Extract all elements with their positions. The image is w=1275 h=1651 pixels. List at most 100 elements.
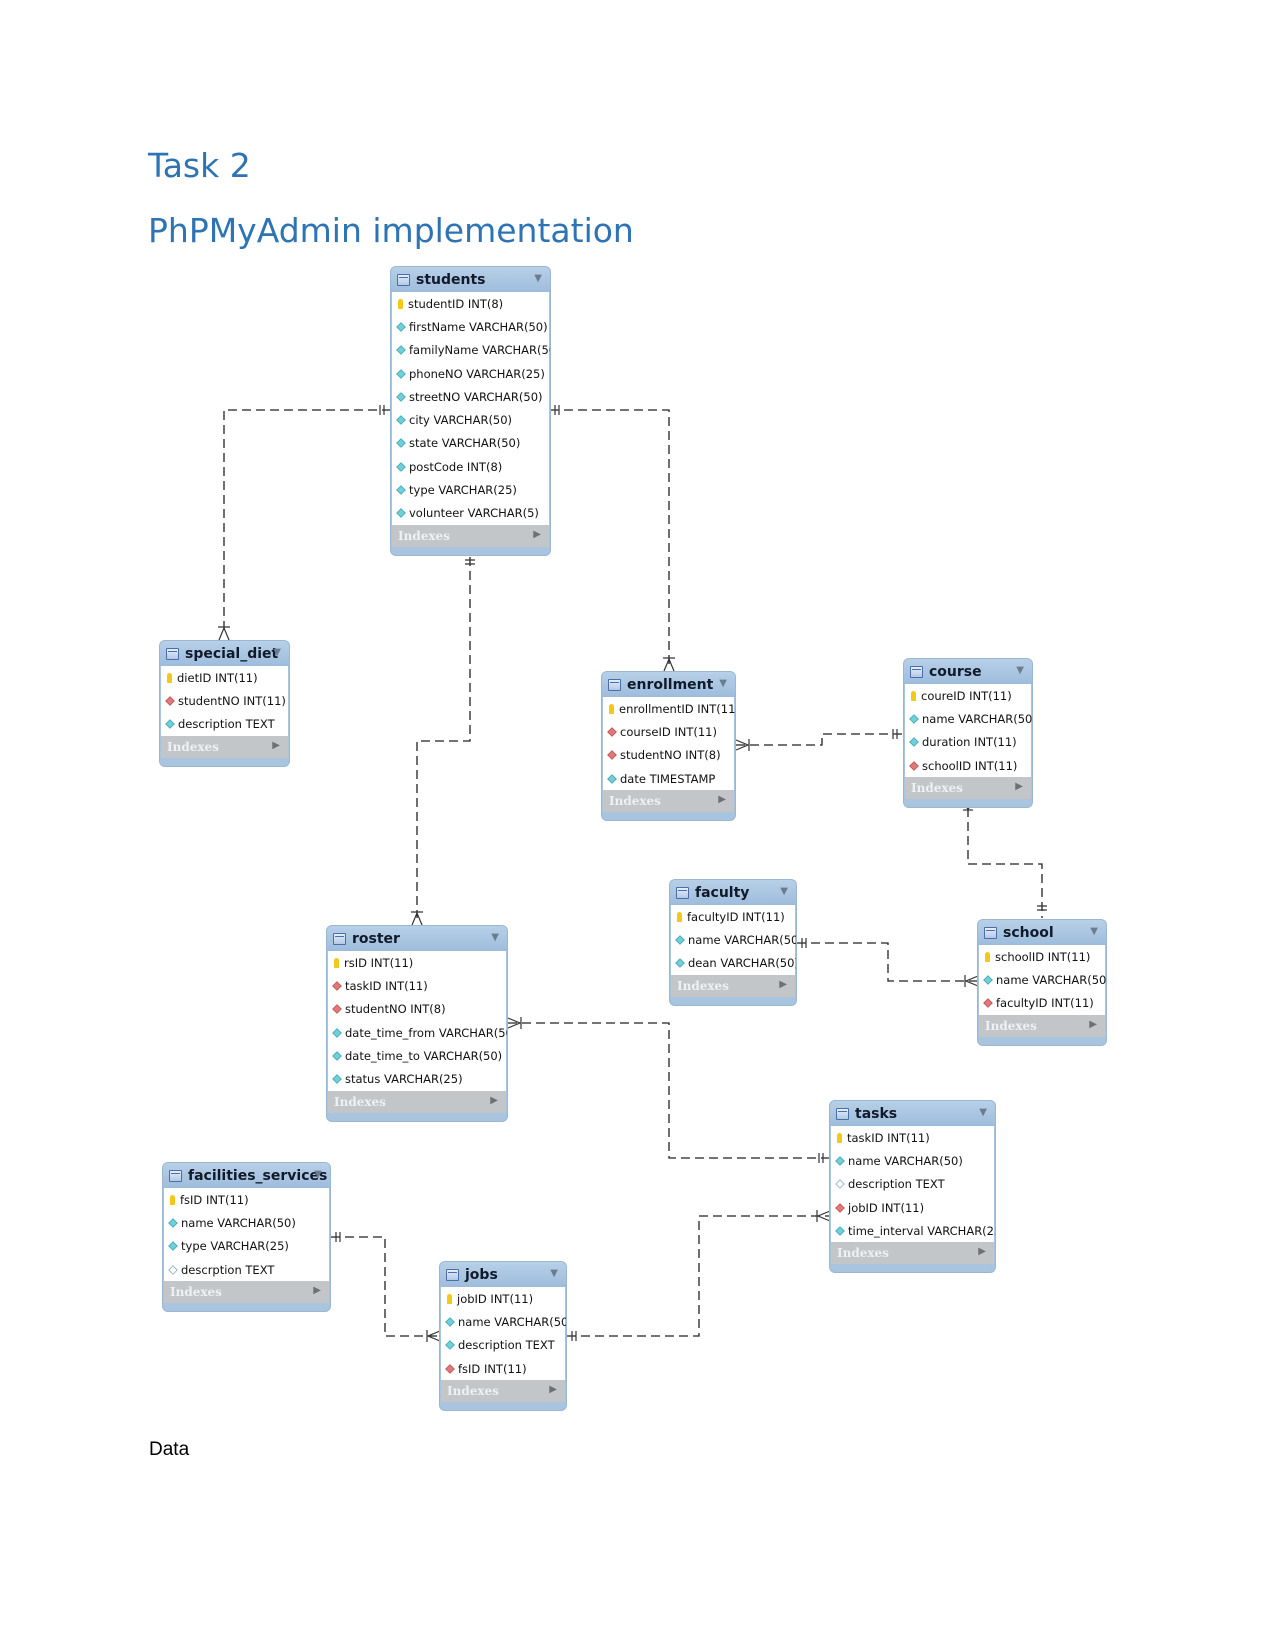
triangle-right-icon[interactable]: ▶ <box>533 529 541 540</box>
table-header[interactable]: school ▼ <box>978 920 1106 945</box>
table-footer <box>670 997 796 1005</box>
column-row[interactable]: streetNO VARCHAR(50) <box>392 385 549 408</box>
column-row[interactable]: city VARCHAR(50) <box>392 408 549 431</box>
chevron-down-icon[interactable]: ▼ <box>979 1107 987 1118</box>
column-row[interactable]: date TIMESTAMP <box>603 767 734 790</box>
column-row[interactable]: dean VARCHAR(50) <box>671 952 796 975</box>
column-row[interactable]: postCode INT(8) <box>392 455 549 478</box>
column-row[interactable]: taskID INT(11) <box>328 974 506 997</box>
chevron-down-icon[interactable]: ▼ <box>1090 926 1098 937</box>
table-header[interactable]: jobs ▼ <box>440 1262 566 1287</box>
table-header[interactable]: roster ▼ <box>327 926 507 951</box>
column-row[interactable]: courseID INT(11) <box>603 720 734 743</box>
table-header[interactable]: special_diet ▼ <box>160 641 289 666</box>
column-row[interactable]: name VARCHAR(50) <box>905 707 1032 730</box>
table-header[interactable]: facilities_services ▼ <box>163 1163 330 1188</box>
table-header[interactable]: tasks ▼ <box>830 1101 995 1126</box>
column-row[interactable]: date_time_from VARCHAR(50) <box>328 1021 507 1044</box>
chevron-down-icon[interactable]: ▼ <box>314 1169 322 1180</box>
column-row[interactable]: fsID INT(11) <box>164 1188 329 1211</box>
chevron-down-icon[interactable]: ▼ <box>534 273 542 284</box>
column-row[interactable]: volunteer VARCHAR(5) <box>392 502 549 525</box>
table-facilities-services[interactable]: facilities_services ▼ fsID INT(11) name VAR… <box>163 1163 330 1312</box>
table-header[interactable]: faculty ▼ <box>670 880 796 905</box>
column-row[interactable]: status VARCHAR(25) <box>328 1067 506 1090</box>
table-roster[interactable]: roster ▼ rsID INT(11) taskID INT(11) student… <box>327 926 507 1121</box>
triangle-right-icon[interactable]: ▶ <box>779 979 787 990</box>
column-row[interactable]: description TEXT <box>161 713 288 736</box>
table-school[interactable]: school ▼ schoolID INT(11) name VARCHAR(50) f… <box>978 920 1106 1045</box>
column-row[interactable]: coureID INT(11) <box>905 684 1031 707</box>
indexes-bar[interactable]: Indexes ▶ <box>831 1242 994 1265</box>
column-row[interactable]: schoolID INT(11) <box>979 945 1105 968</box>
table-faculty[interactable]: faculty ▼ facultyID INT(11) name VARCHAR(50… <box>670 880 796 1005</box>
column-row[interactable]: rsID INT(11) <box>328 951 506 974</box>
column-row[interactable]: facultyID INT(11) <box>671 905 795 928</box>
column-row[interactable]: studentID INT(8) <box>392 292 549 315</box>
chevron-down-icon[interactable]: ▼ <box>1016 665 1024 676</box>
indexes-bar[interactable]: Indexes ▶ <box>328 1090 506 1113</box>
chevron-down-icon[interactable]: ▼ <box>719 678 727 689</box>
triangle-right-icon[interactable]: ▶ <box>272 740 280 751</box>
column-row[interactable]: fsID INT(11) <box>441 1357 565 1380</box>
table-header[interactable]: course ▼ <box>904 659 1032 684</box>
table-course[interactable]: course ▼ coureID INT(11) name VARCHAR(50) du… <box>904 659 1032 808</box>
table-students[interactable]: students ▼ studentID INT(8) firstName VARCH… <box>391 267 550 555</box>
chevron-down-icon[interactable]: ▼ <box>491 932 499 943</box>
triangle-right-icon[interactable]: ▶ <box>1089 1019 1097 1030</box>
column-row[interactable]: description TEXT <box>441 1334 565 1357</box>
table-special-diet[interactable]: special_diet ▼ dietID INT(11) studentNO INT… <box>160 641 289 766</box>
table-header[interactable]: students ▼ <box>391 267 550 292</box>
column-row[interactable]: time_interval VARCHAR(25) <box>831 1219 995 1242</box>
column-row[interactable]: schoolID INT(11) <box>905 754 1031 777</box>
link-course-school <box>967 808 1043 918</box>
triangle-right-icon[interactable]: ▶ <box>313 1285 321 1296</box>
table-header[interactable]: enrollment ▼ <box>602 672 735 697</box>
column-row[interactable]: familyName VARCHAR(50) <box>392 339 550 362</box>
column-row[interactable]: firstName VARCHAR(50) <box>392 315 549 338</box>
column-row[interactable]: state VARCHAR(50) <box>392 432 549 455</box>
column-row[interactable]: facultyID INT(11) <box>979 992 1105 1015</box>
indexes-bar[interactable]: Indexes ▶ <box>671 974 795 997</box>
column-row[interactable]: taskID INT(11) <box>831 1126 994 1149</box>
column-row[interactable]: studentNO INT(8) <box>603 744 734 767</box>
triangle-right-icon[interactable]: ▶ <box>978 1246 986 1257</box>
chevron-down-icon[interactable]: ▼ <box>273 647 281 658</box>
column-row[interactable]: dietID INT(11) <box>161 666 288 689</box>
indexes-bar[interactable]: Indexes ▶ <box>603 790 734 813</box>
column-row[interactable]: date_time_to VARCHAR(50) <box>328 1044 506 1067</box>
indexes-bar[interactable]: Indexes ▶ <box>979 1014 1105 1037</box>
column-text: taskID INT(11) <box>847 1130 930 1145</box>
chevron-down-icon[interactable]: ▼ <box>780 886 788 897</box>
triangle-right-icon[interactable]: ▶ <box>1015 781 1023 792</box>
triangle-right-icon[interactable]: ▶ <box>549 1384 557 1395</box>
column-row[interactable]: descrption TEXT <box>164 1258 329 1281</box>
table-tasks[interactable]: tasks ▼ taskID INT(11) name VARCHAR(50) desc… <box>830 1101 995 1273</box>
column-row[interactable]: description TEXT <box>831 1173 994 1196</box>
column-row[interactable]: jobID INT(11) <box>831 1196 994 1219</box>
indexes-bar[interactable]: Indexes ▶ <box>905 777 1031 800</box>
column-row[interactable]: jobID INT(11) <box>441 1287 565 1310</box>
indexes-bar[interactable]: Indexes ▶ <box>392 524 549 547</box>
indexes-bar[interactable]: Indexes ▶ <box>161 735 288 758</box>
indexes-bar[interactable]: Indexes ▶ <box>441 1380 565 1403</box>
table-enrollment[interactable]: enrollment ▼ enrollmentID INT(11) courseID … <box>602 672 735 821</box>
column-row[interactable]: type VARCHAR(25) <box>164 1235 329 1258</box>
column-row[interactable]: type VARCHAR(25) <box>392 478 549 501</box>
triangle-right-icon[interactable]: ▶ <box>490 1095 498 1106</box>
table-jobs[interactable]: jobs ▼ jobID INT(11) name VARCHAR(50) descri… <box>440 1262 566 1411</box>
column-row[interactable]: enrollmentID INT(11) <box>603 697 735 720</box>
column-row[interactable]: name VARCHAR(50) <box>441 1310 566 1333</box>
column-row[interactable]: studentNO INT(11) <box>161 689 288 712</box>
column-row[interactable]: phoneNO VARCHAR(25) <box>392 362 549 385</box>
link-facilities-jobs <box>331 1236 440 1337</box>
column-row[interactable]: name VARCHAR(50) <box>164 1211 329 1234</box>
column-row[interactable]: duration INT(11) <box>905 731 1031 754</box>
indexes-bar[interactable]: Indexes ▶ <box>164 1281 329 1304</box>
column-row[interactable]: name VARCHAR(50) <box>979 968 1106 991</box>
triangle-right-icon[interactable]: ▶ <box>718 794 726 805</box>
chevron-down-icon[interactable]: ▼ <box>550 1268 558 1279</box>
column-row[interactable]: studentNO INT(8) <box>328 998 506 1021</box>
column-row[interactable]: name VARCHAR(50) <box>831 1149 994 1172</box>
column-row[interactable]: name VARCHAR(50) <box>671 928 796 951</box>
